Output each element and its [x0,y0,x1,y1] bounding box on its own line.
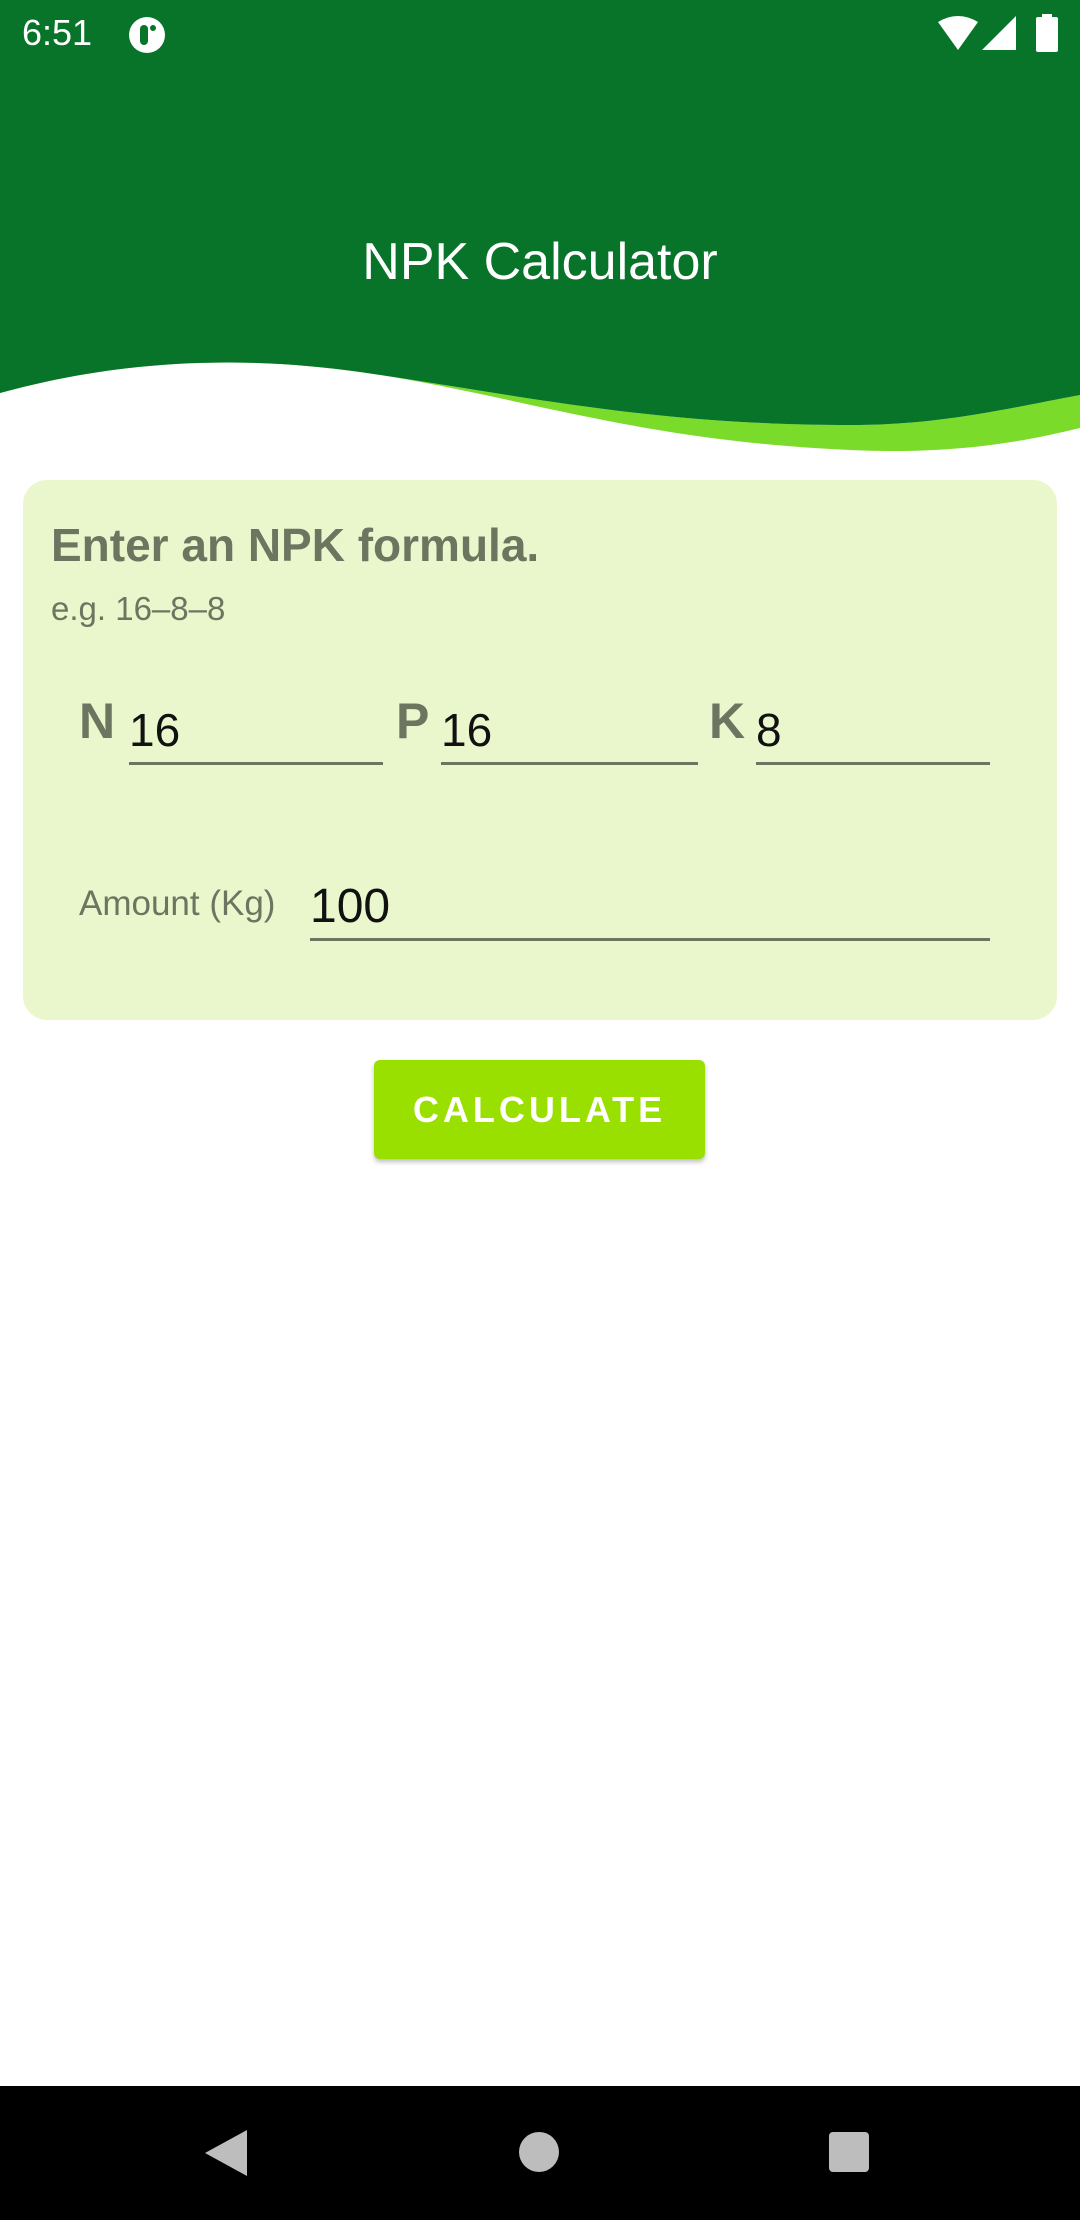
header-banner [0,0,1080,451]
calculate-button[interactable]: CALCULATE [374,1060,705,1159]
k-label: K [709,693,746,749]
header-background [0,0,1080,425]
form-prompt: Enter an NPK formula. [51,519,540,571]
k-input[interactable] [756,698,990,765]
signal-icon [982,16,1016,50]
form-example: e.g. 16–8–8 [51,590,226,627]
app-title: NPK Calculator [362,233,718,291]
p-label: P [396,693,430,749]
back-icon[interactable] [205,2130,247,2176]
p-input[interactable] [441,698,698,765]
amount-input[interactable] [310,874,990,941]
amount-label: Amount (Kg) [79,884,276,923]
wifi-icon [938,16,978,50]
recents-icon[interactable] [829,2132,869,2172]
n-input[interactable] [129,698,383,765]
n-label: N [79,693,116,749]
home-icon[interactable] [518,2131,560,2173]
app-notification-icon [129,17,165,53]
battery-icon [1036,14,1058,52]
status-time: 6:51 [22,12,93,53]
